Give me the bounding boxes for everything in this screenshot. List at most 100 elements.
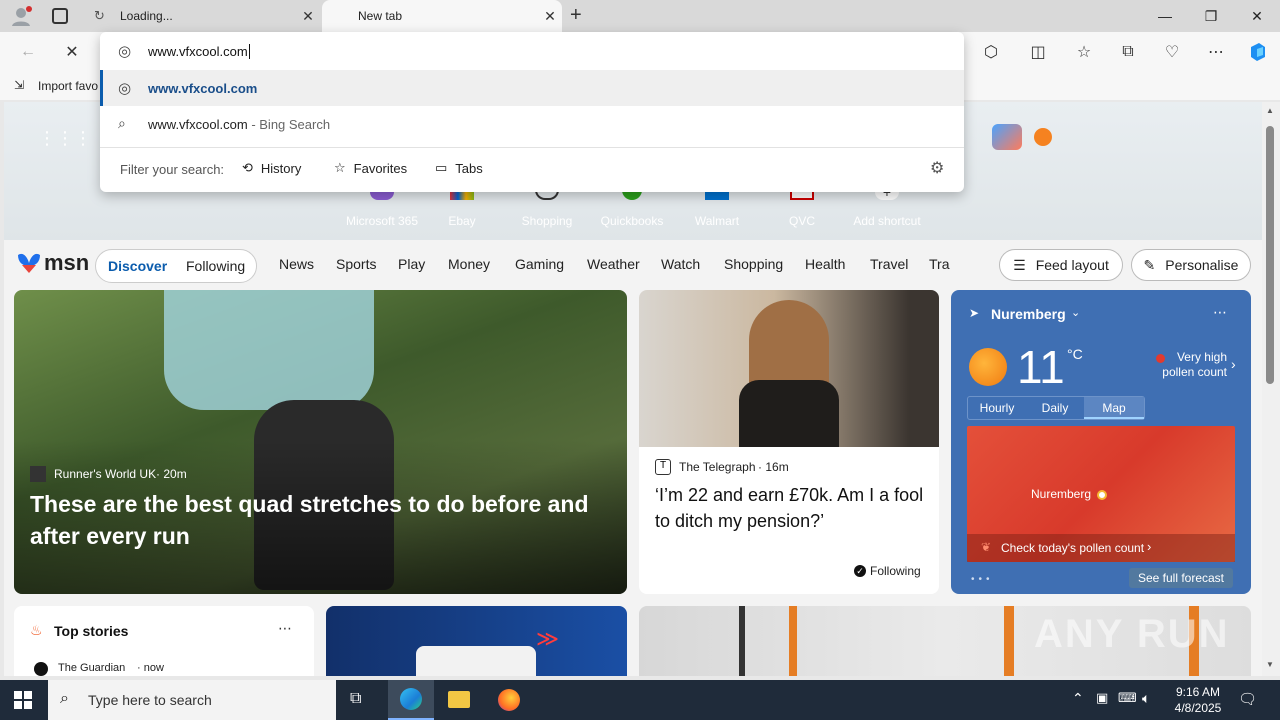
chevron-down-icon[interactable]: ⌄	[1071, 306, 1080, 319]
tray-device-icon[interactable]: ▣	[1096, 690, 1108, 706]
carousel-dots[interactable]: •••	[971, 574, 994, 585]
nav-play[interactable]: Play	[398, 256, 425, 272]
chevron-right-icon: ›	[1147, 539, 1152, 554]
tab-daily[interactable]: Daily	[1026, 397, 1084, 419]
ad-card[interactable]: ≫	[326, 606, 627, 676]
scroll-thumb[interactable]	[1266, 126, 1274, 384]
guardian-logo-icon	[34, 662, 48, 676]
back-icon[interactable]: ←	[12, 36, 44, 68]
story-age-value: 16m	[765, 460, 789, 474]
top-stories-more-icon[interactable]: ⋯	[278, 620, 292, 637]
favorites-star-icon[interactable]: ☆	[1068, 36, 1100, 68]
more-menu-icon[interactable]: ⋯	[1200, 36, 1232, 68]
restore-icon[interactable]: ❐	[1188, 0, 1234, 32]
extensions-icon[interactable]: ⬡	[975, 36, 1007, 68]
story-card[interactable]: T The Telegraph · 16m ‘I’m 22 and earn £…	[639, 290, 939, 594]
copilot-page-icon[interactable]	[992, 124, 1022, 150]
personalise-button[interactable]: ✎ Personalise	[1131, 249, 1251, 281]
nav-gaming[interactable]: Gaming	[515, 256, 564, 272]
tab-loading[interactable]: ↻ Loading... ✕	[84, 0, 320, 32]
firefox-icon[interactable]	[498, 689, 520, 711]
settings-gear-icon[interactable]: ⚙	[930, 158, 944, 178]
full-forecast-button[interactable]: See full forecast	[1129, 568, 1233, 588]
tray-chevron-up-icon[interactable]: ⌃	[1072, 690, 1084, 707]
star-icon: ☆	[334, 160, 346, 175]
nav-health[interactable]: Health	[805, 256, 845, 272]
telegraph-logo-icon: T	[655, 459, 671, 475]
chevron-right-icon[interactable]: ›	[1231, 356, 1236, 372]
notification-icon[interactable]: 🗨︎	[1238, 690, 1257, 708]
windows-start-icon[interactable]	[14, 691, 32, 709]
product-image	[416, 646, 536, 676]
nav-traffic[interactable]: Tra	[929, 256, 951, 272]
filter-tabs[interactable]: ▭ Tabs	[435, 160, 483, 176]
stop-icon[interactable]: ✕	[56, 36, 88, 68]
copilot-icon[interactable]	[1242, 36, 1274, 68]
network-icon[interactable]: ⌨	[1118, 690, 1137, 706]
nav-weather[interactable]: Weather	[587, 256, 640, 272]
task-view-icon[interactable]: ⧉	[350, 690, 361, 708]
apps-grid-icon[interactable]: ⋮⋮⋮	[38, 128, 92, 149]
weather-location[interactable]: Nuremberg	[991, 306, 1066, 322]
following-tab[interactable]: Following	[186, 258, 245, 274]
file-explorer-icon[interactable]	[448, 691, 470, 708]
volume-icon[interactable]: 🔈︎	[1142, 690, 1150, 707]
new-tab-plus-icon[interactable]: +	[570, 4, 582, 27]
hero-image-figure	[164, 290, 374, 410]
nav-money[interactable]: Money	[448, 256, 490, 272]
rewards-icon[interactable]	[1034, 128, 1052, 146]
browser-essentials-icon[interactable]: ♡	[1156, 36, 1188, 68]
scroll-down-icon[interactable]: ▼	[1266, 660, 1274, 669]
story-headline[interactable]: ‘I’m 22 and earn £70k. Am I a fool to di…	[655, 482, 927, 534]
tab-map[interactable]: Map	[1084, 397, 1144, 419]
weather-more-icon[interactable]: ⋯	[1213, 304, 1227, 321]
nav-travel[interactable]: Travel	[870, 256, 908, 272]
import-favorites-link[interactable]: Import favo	[38, 79, 98, 93]
filter-favorites[interactable]: ☆ Favorites	[334, 160, 407, 176]
minimize-icon[interactable]: —	[1142, 0, 1188, 32]
page-scrollbar[interactable]: ▲ ▼	[1262, 102, 1280, 676]
hero-age: · 20m	[156, 467, 187, 481]
weather-card[interactable]: ➤ Nuremberg ⌄ ⋯ 11 °C Very high pollen c…	[951, 290, 1251, 594]
nav-sports[interactable]: Sports	[336, 256, 376, 272]
split-screen-icon[interactable]: ◫	[1022, 36, 1054, 68]
pollen-link-bar[interactable]: ❦ Check today's pollen count ›	[967, 534, 1235, 562]
nav-shopping[interactable]: Shopping	[724, 256, 783, 272]
weather-unit: °C	[1067, 346, 1083, 362]
taskbar: ⌕ Type here to search ⧉ ⌃ ▣ ⌨ 🔈︎ 9:16 AM…	[0, 680, 1280, 720]
hero-card[interactable]: Runner's World UK · 20m These are the be…	[14, 290, 627, 594]
import-icon: ⇲	[14, 78, 25, 92]
suggestion-suffix: - Bing Search	[247, 117, 331, 132]
hero-headline[interactable]: These are the best quad stretches to do …	[30, 488, 610, 552]
address-bar[interactable]: ◎ www.vfxcool.com	[100, 32, 964, 70]
taskbar-search-box[interactable]: ⌕ Type here to search	[48, 680, 336, 720]
gym-bar	[789, 606, 797, 676]
heat-arrows-icon: ≫	[536, 626, 560, 651]
nav-news[interactable]: News	[279, 256, 314, 272]
weather-map[interactable]: Nuremberg ❦ Check today's pollen count ›	[967, 426, 1235, 562]
tab-hourly[interactable]: Hourly	[968, 397, 1026, 419]
nav-watch[interactable]: Watch	[661, 256, 700, 272]
collections-icon[interactable]: ⧉	[1112, 36, 1144, 68]
feed-layout-button[interactable]: ☰ Feed layout	[999, 249, 1123, 281]
filter-tabs-label: Tabs	[455, 160, 483, 176]
suggestion-url[interactable]: ◎ www.vfxcool.com	[100, 70, 964, 106]
close-tab-icon[interactable]: ✕	[538, 8, 562, 25]
suggestion-search[interactable]: ⌕ www.vfxcool.com - Bing Search	[100, 106, 964, 142]
filter-history[interactable]: ⟲ History	[242, 160, 301, 176]
close-window-icon[interactable]: ✕	[1234, 0, 1280, 32]
tab-actions-icon[interactable]	[52, 8, 68, 24]
following-badge[interactable]: ✓ Following	[854, 564, 921, 578]
pollen-plant-icon: ❦	[981, 540, 992, 554]
close-tab-icon[interactable]: ✕	[296, 8, 320, 25]
msn-wordmark: msn	[44, 250, 90, 275]
edge-taskbar-icon[interactable]	[388, 680, 434, 720]
scroll-up-icon[interactable]: ▲	[1266, 106, 1274, 115]
profile-icon[interactable]	[10, 6, 32, 26]
clock[interactable]: 9:16 AM 4/8/2025	[1166, 684, 1230, 716]
msn-logo[interactable]: msn	[16, 250, 89, 276]
tab-new[interactable]: New tab ✕	[322, 0, 562, 32]
address-input[interactable]: www.vfxcool.com	[148, 44, 250, 59]
discover-tab[interactable]: Discover	[108, 258, 167, 274]
search-icon: ⌕	[60, 690, 69, 707]
